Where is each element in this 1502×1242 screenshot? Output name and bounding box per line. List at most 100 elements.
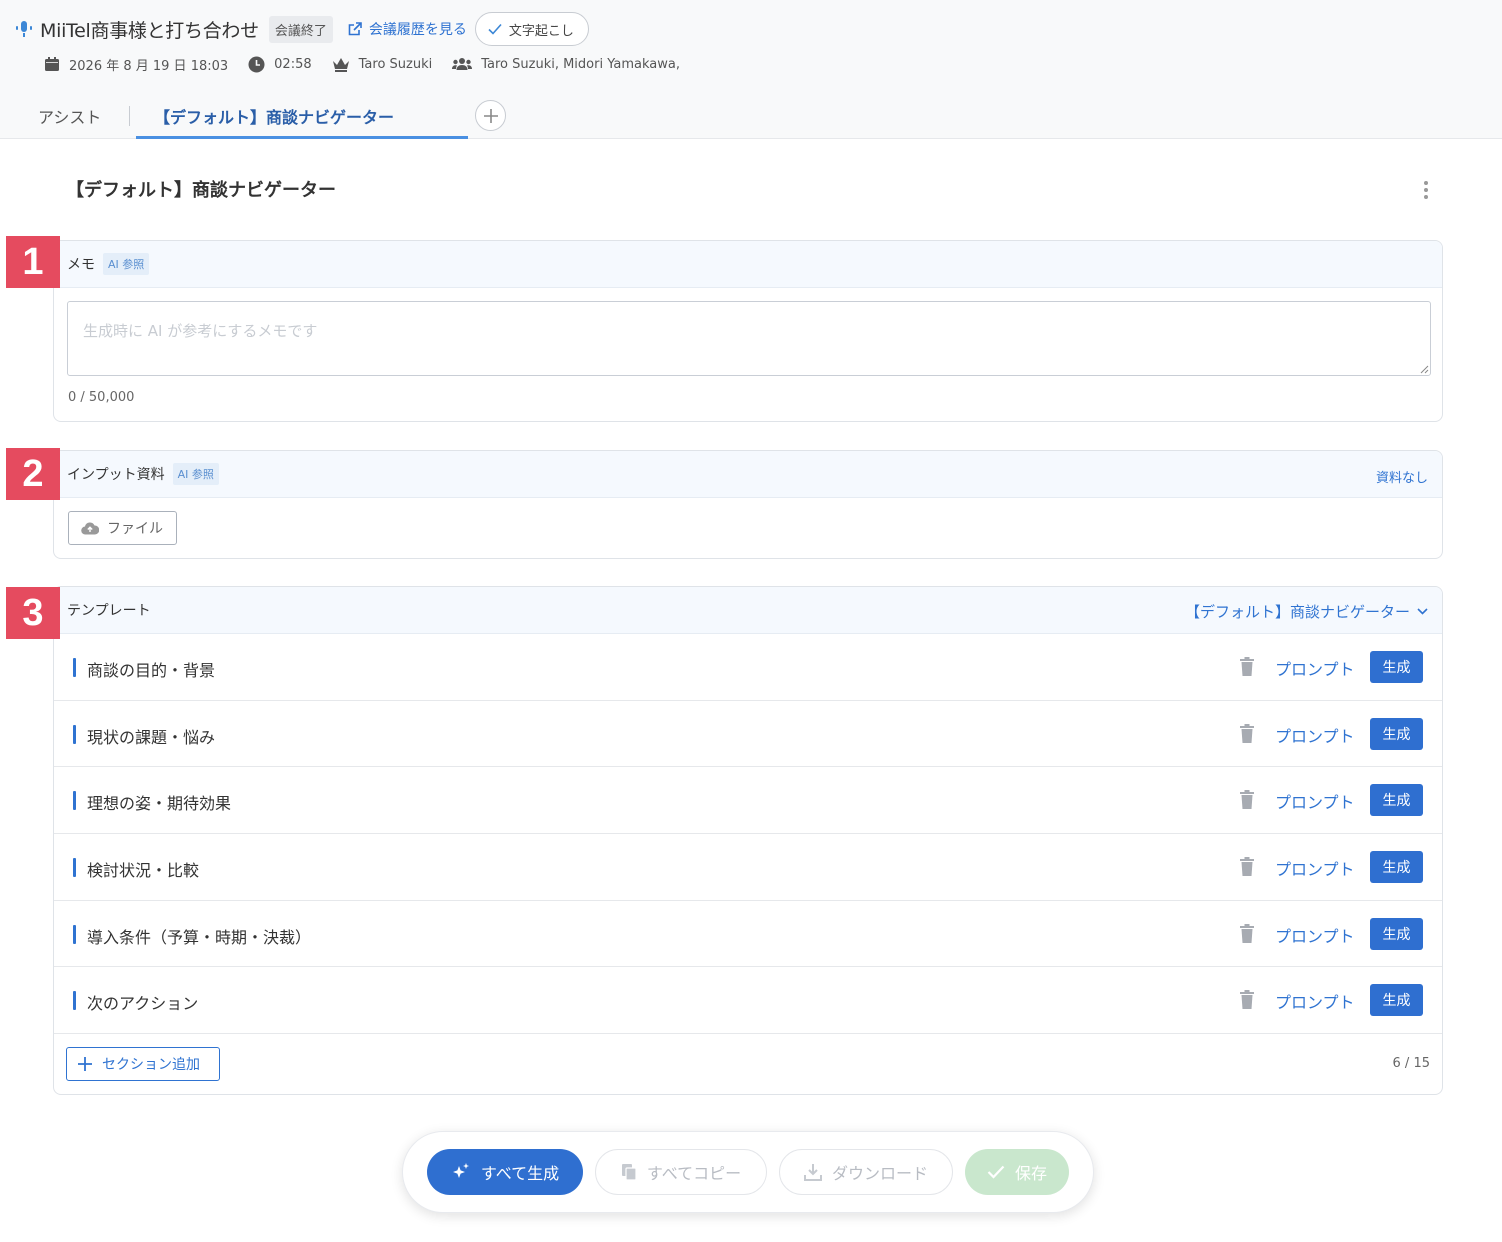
section-row: 理想の姿・期待効果 プロンプト 生成 bbox=[54, 767, 1442, 835]
template-header: テンプレート 【デフォルト】商談ナビゲーター bbox=[54, 587, 1442, 634]
template-footer: セクション追加 6 / 15 bbox=[54, 1034, 1442, 1094]
prompt-link[interactable]: プロンプト bbox=[1275, 789, 1355, 813]
step-badge-3: 3 bbox=[6, 587, 60, 639]
generate-button[interactable]: 生成 bbox=[1370, 717, 1423, 750]
meeting-duration: 02:58 bbox=[248, 56, 312, 73]
add-tab-button[interactable] bbox=[475, 100, 506, 131]
section-marker bbox=[73, 791, 76, 811]
prompt-link[interactable]: プロンプト bbox=[1275, 923, 1355, 947]
input-material-card: インプット資料 AI 参照 資料なし ファイル bbox=[53, 450, 1443, 559]
step-badge-1: 1 bbox=[6, 236, 60, 288]
meeting-history-label: 会議履歴を見る bbox=[368, 22, 467, 38]
users-icon bbox=[452, 58, 473, 70]
section-count: 6 / 15 bbox=[1392, 1056, 1430, 1072]
material-status: 資料なし bbox=[1375, 471, 1428, 486]
download-icon bbox=[803, 1164, 822, 1181]
title-row: MiiTel商事様と打ち合わせ 会議終了 会議履歴を見る 文字起こし bbox=[14, 12, 589, 46]
meeting-participants: Taro Suzuki, Midori Yamakawa, bbox=[452, 57, 680, 72]
add-section-label: セクション追加 bbox=[102, 1057, 200, 1074]
microphone-icon bbox=[14, 19, 34, 39]
generate-button[interactable]: 生成 bbox=[1370, 851, 1423, 884]
trash-icon[interactable] bbox=[1239, 923, 1255, 943]
generate-all-label: すべて生成 bbox=[480, 1164, 560, 1183]
section-row: 検討状況・比較 プロンプト 生成 bbox=[54, 834, 1442, 901]
check-icon bbox=[488, 23, 502, 35]
status-badge: 会議終了 bbox=[268, 15, 333, 43]
generate-button[interactable]: 生成 bbox=[1370, 651, 1423, 683]
generate-all-button[interactable]: すべて生成 bbox=[427, 1149, 583, 1195]
calendar-icon bbox=[45, 57, 59, 71]
section-list: 商談の目的・背景 プロンプト 生成 現状の課題・悩み プロンプト 生成 理想の姿… bbox=[54, 634, 1442, 1035]
trash-icon[interactable] bbox=[1239, 857, 1255, 877]
section-marker bbox=[73, 858, 76, 878]
prompt-link[interactable]: プロンプト bbox=[1275, 856, 1355, 880]
file-upload-label: ファイル bbox=[107, 521, 163, 537]
generate-button[interactable]: 生成 bbox=[1370, 917, 1423, 950]
prompt-link[interactable]: プロンプト bbox=[1275, 656, 1355, 680]
template-selector[interactable]: 【デフォルト】商談ナビゲーター bbox=[1185, 601, 1428, 622]
chevron-down-icon bbox=[1417, 608, 1428, 615]
input-material-header: インプット資料 AI 参照 資料なし bbox=[54, 451, 1442, 498]
meeting-host: Taro Suzuki bbox=[332, 56, 433, 72]
save-button[interactable]: 保存 bbox=[965, 1149, 1069, 1195]
tab-bar: アシスト 【デフォルト】商談ナビゲーター bbox=[0, 94, 1502, 139]
external-link-icon bbox=[348, 22, 362, 36]
section-title: 現状の課題・悩み bbox=[87, 727, 216, 747]
transcript-label: 文字起こし bbox=[508, 23, 574, 39]
prompt-link[interactable]: プロンプト bbox=[1275, 723, 1355, 747]
meeting-date-text: 2026 年 8 月 19 日 18:03 bbox=[69, 58, 229, 74]
transcript-button[interactable]: 文字起こし bbox=[474, 12, 589, 46]
input-material-label: インプット資料 bbox=[67, 467, 165, 483]
trash-icon[interactable] bbox=[1239, 657, 1255, 676]
plus-icon bbox=[78, 1057, 92, 1072]
download-label: ダウンロード bbox=[831, 1164, 928, 1183]
meeting-header: MiiTel商事様と打ち合わせ 会議終了 会議履歴を見る 文字起こし 2026 … bbox=[0, 0, 1502, 139]
section-title: 導入条件（予算・時期・決裁） bbox=[87, 927, 312, 947]
tab-assist[interactable]: アシスト bbox=[38, 104, 101, 128]
copy-all-label: すべてコピー bbox=[646, 1164, 742, 1183]
template-selected-value: 【デフォルト】商談ナビゲーター bbox=[1184, 603, 1410, 621]
check-icon bbox=[987, 1165, 1005, 1179]
tab-sales-navigator-label: 【デフォルト】商談ナビゲーター bbox=[154, 108, 395, 127]
action-bar: すべて生成 すべてコピー ダウンロード 保存 bbox=[402, 1131, 1094, 1213]
section-title: 商談の目的・背景 bbox=[87, 661, 216, 680]
copy-all-button[interactable]: すべてコピー bbox=[595, 1149, 767, 1195]
active-tab-indicator bbox=[136, 136, 468, 139]
meeting-host-text: Taro Suzuki bbox=[358, 56, 433, 72]
crown-icon bbox=[332, 57, 349, 72]
meeting-meta: 2026 年 8 月 19 日 18:03 02:58 Taro Suzuki bbox=[44, 52, 700, 76]
memo-textarea[interactable]: 生成時に AI が参考にするメモです bbox=[67, 301, 1431, 376]
prompt-link[interactable]: プロンプト bbox=[1275, 989, 1355, 1013]
generate-button[interactable]: 生成 bbox=[1370, 984, 1423, 1017]
section-title: 次のアクション bbox=[87, 994, 199, 1014]
template-card: テンプレート 【デフォルト】商談ナビゲーター 商談の目的・背景 プロンプト 生成… bbox=[53, 586, 1443, 1095]
meeting-duration-text: 02:58 bbox=[274, 56, 312, 72]
sparkle-icon bbox=[452, 1163, 469, 1178]
page-title: 【デフォルト】商談ナビゲーター bbox=[66, 180, 336, 201]
download-button[interactable]: ダウンロード bbox=[779, 1149, 953, 1195]
more-options-icon[interactable] bbox=[1416, 176, 1436, 204]
meeting-history-link[interactable]: 会議履歴を見る bbox=[347, 19, 467, 39]
section-title: 検討状況・比較 bbox=[87, 861, 200, 881]
ai-reference-tag: AI 参照 bbox=[172, 463, 219, 485]
trash-icon[interactable] bbox=[1239, 990, 1255, 1010]
clock-icon bbox=[248, 56, 265, 72]
section-marker bbox=[73, 924, 76, 944]
ai-reference-tag: AI 参照 bbox=[103, 253, 150, 275]
section-marker bbox=[73, 658, 76, 677]
trash-icon[interactable] bbox=[1239, 723, 1255, 743]
memo-char-count: 0 / 50,000 bbox=[68, 390, 135, 405]
generate-button[interactable]: 生成 bbox=[1370, 784, 1423, 817]
section-title: 理想の姿・期待効果 bbox=[87, 794, 232, 814]
memo-label: メモ bbox=[67, 257, 95, 273]
resize-handle-icon[interactable] bbox=[1419, 364, 1429, 374]
file-upload-button[interactable]: ファイル bbox=[68, 511, 177, 545]
template-label: テンプレート bbox=[67, 603, 151, 619]
trash-icon[interactable] bbox=[1239, 790, 1255, 810]
plus-icon bbox=[483, 108, 498, 123]
meeting-title: MiiTel商事様と打ち合わせ bbox=[40, 19, 259, 42]
add-section-button[interactable]: セクション追加 bbox=[66, 1047, 220, 1082]
copy-icon bbox=[621, 1164, 637, 1181]
cloud-upload-icon bbox=[81, 521, 99, 535]
tab-sales-navigator[interactable]: 【デフォルト】商談ナビゲーター bbox=[136, 94, 468, 139]
